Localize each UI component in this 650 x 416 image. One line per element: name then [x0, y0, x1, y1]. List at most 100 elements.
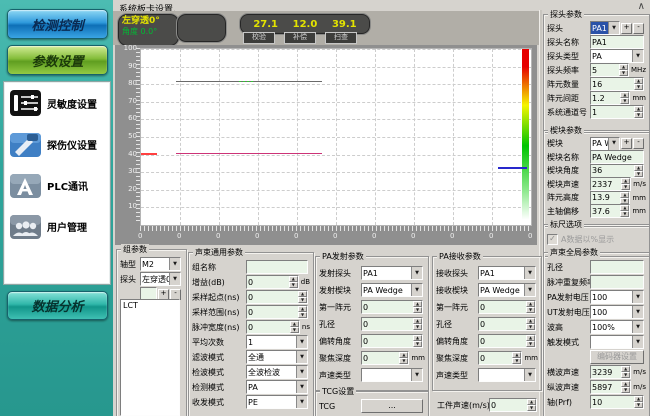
- spinner[interactable]: ▲▼: [621, 381, 630, 393]
- element-height-input[interactable]: 13.9▲▼: [590, 191, 630, 205]
- axis-offset-input[interactable]: 37.6▲▼: [590, 204, 630, 218]
- sidebar-item-flaw-detector[interactable]: 探伤仪设置: [4, 123, 110, 164]
- dropdown-button[interactable]: ▼: [411, 284, 422, 296]
- spinner[interactable]: ▲▼: [620, 192, 629, 204]
- spinner[interactable]: ▲▼: [621, 366, 630, 378]
- wedge-name-edit[interactable]: PA Wedge: [590, 150, 644, 164]
- dropdown-button[interactable]: ▼: [632, 306, 643, 318]
- active-group-display[interactable]: 左穿透0° 角度 0.0°: [117, 13, 180, 47]
- gain-input[interactable]: 0▲▼: [246, 275, 299, 289]
- detect-control-button[interactable]: 检测控制: [7, 9, 108, 39]
- rx-probe-combo[interactable]: PA1▼: [478, 266, 536, 280]
- group-probe-combo[interactable]: 左穿透0°▼: [140, 272, 181, 286]
- rx-focus-depth-input[interactable]: 0▲▼: [478, 351, 522, 365]
- spinner[interactable]: ▲▼: [399, 352, 408, 364]
- scan-button[interactable]: 扫查: [325, 32, 357, 44]
- add-button[interactable]: +: [621, 138, 632, 149]
- spinner[interactable]: ▲▼: [512, 352, 521, 364]
- spinner[interactable]: ▲▼: [298, 291, 307, 303]
- wedge-select-combo[interactable]: PA Wedge▼: [590, 137, 620, 151]
- spinner[interactable]: ▲▼: [413, 335, 422, 347]
- shear-velocity-input[interactable]: 3239▲▼: [590, 365, 631, 379]
- spinner[interactable]: ▲▼: [619, 64, 628, 76]
- longitudinal-velocity-input[interactable]: 5897▲▼: [590, 380, 631, 394]
- spinner[interactable]: ▲▼: [634, 78, 643, 90]
- rectify-mode-combo[interactable]: 全波检波▼: [246, 365, 308, 379]
- group-title-edit[interactable]: [246, 260, 308, 274]
- average-count-combo[interactable]: 1▼: [246, 335, 308, 349]
- rx-steer-angle-input[interactable]: 0▲▼: [478, 334, 536, 348]
- spinner[interactable]: ▲▼: [289, 276, 298, 288]
- dropdown-button[interactable]: ▼: [632, 50, 643, 62]
- spinner[interactable]: ▲▼: [634, 106, 643, 118]
- spinner[interactable]: ▲▼: [526, 301, 535, 313]
- detect-mode-combo[interactable]: PA▼: [246, 380, 308, 394]
- system-channel-input[interactable]: 1▲▼: [590, 105, 644, 119]
- axis-prf-input[interactable]: 10▲▼: [590, 395, 644, 409]
- spinner[interactable]: ▲▼: [526, 318, 535, 330]
- data-analysis-button[interactable]: 数据分析: [7, 291, 108, 320]
- dropdown-button[interactable]: ▼: [632, 336, 643, 348]
- remove-button[interactable]: -: [170, 289, 181, 300]
- tx-probe-combo[interactable]: PA1▼: [361, 266, 423, 280]
- dropdown-button[interactable]: ▼: [524, 284, 535, 296]
- filter-mode-combo[interactable]: 全通▼: [246, 350, 308, 364]
- axis-type-combo[interactable]: M2▼: [140, 257, 181, 271]
- collapse-panel-icon[interactable]: ∧: [638, 1, 645, 12]
- dropdown-button[interactable]: ▼: [524, 369, 535, 381]
- rx-wedge-combo[interactable]: PA Wedge▼: [478, 283, 536, 297]
- prf-edit[interactable]: [590, 275, 644, 289]
- spinner[interactable]: ▲▼: [620, 92, 629, 104]
- plot-area[interactable]: [140, 48, 532, 226]
- sidebar-item-plc-comm[interactable]: PLC通讯: [4, 164, 110, 205]
- element-count-input[interactable]: 16▲▼: [590, 77, 644, 91]
- dropdown-button[interactable]: ▼: [169, 273, 180, 285]
- dropdown-button[interactable]: ▼: [411, 369, 422, 381]
- dropdown-button[interactable]: ▼: [632, 291, 643, 303]
- calibrate-button[interactable]: 校验: [243, 32, 275, 44]
- tx-steer-angle-input[interactable]: 0▲▼: [361, 334, 423, 348]
- rx-first-element-input[interactable]: 0▲▼: [478, 300, 536, 314]
- spinner[interactable]: ▲▼: [413, 318, 422, 330]
- pa-voltage-combo[interactable]: 100▼: [590, 290, 644, 304]
- percent-display-checkbox[interactable]: ✓: [547, 234, 558, 245]
- group-listbox[interactable]: LCT: [120, 299, 180, 416]
- tx-first-element-input[interactable]: 0▲▼: [361, 300, 423, 314]
- workpiece-velocity-input[interactable]: 0▲▼: [489, 398, 537, 412]
- dropdown-button[interactable]: ▼: [169, 258, 180, 270]
- ut-voltage-combo[interactable]: 100▼: [590, 305, 644, 319]
- sample-range-input[interactable]: 0▲▼: [246, 305, 308, 319]
- dropdown-button[interactable]: ▼: [608, 22, 619, 34]
- txrx-mode-combo[interactable]: PE▼: [246, 395, 308, 409]
- dropdown-button[interactable]: ▼: [296, 366, 307, 378]
- tcg-edit-button[interactable]: ...: [361, 399, 423, 413]
- dropdown-button[interactable]: ▼: [524, 267, 535, 279]
- tx-wedge-combo[interactable]: PA Wedge▼: [361, 283, 423, 297]
- add-button[interactable]: +: [621, 23, 632, 34]
- tx-aperture-input[interactable]: 0▲▼: [361, 317, 423, 331]
- spinner[interactable]: ▲▼: [634, 396, 643, 408]
- spinner[interactable]: ▲▼: [413, 301, 422, 313]
- dropdown-button[interactable]: ▼: [296, 336, 307, 348]
- spinner[interactable]: ▲▼: [620, 205, 629, 217]
- probe-frequency-input[interactable]: 5▲▼: [590, 63, 629, 77]
- spinner[interactable]: ▲▼: [621, 178, 630, 190]
- wave-height-combo[interactable]: 100%▼: [590, 320, 644, 334]
- dropdown-button[interactable]: ▼: [411, 267, 422, 279]
- sample-start-input[interactable]: 0▲▼: [246, 290, 308, 304]
- dropdown-button[interactable]: ▼: [296, 351, 307, 363]
- secondary-display[interactable]: [176, 13, 227, 43]
- a-scan-display[interactable]: 10203040506070809010000000000000: [115, 45, 537, 245]
- spinner[interactable]: ▲▼: [527, 399, 536, 411]
- sidebar-item-sensitivity[interactable]: 灵敏度设置: [4, 82, 110, 123]
- remove-button[interactable]: -: [633, 23, 644, 34]
- add-button[interactable]: +: [158, 289, 169, 300]
- probe-select-combo[interactable]: PA1▼: [590, 21, 620, 35]
- spinner[interactable]: ▲▼: [290, 321, 299, 333]
- rx-velocity-type-combo[interactable]: ▼: [478, 368, 536, 382]
- global-aperture-edit[interactable]: [590, 260, 644, 274]
- probe-type-combo[interactable]: PA▼: [590, 49, 644, 63]
- compensate-button[interactable]: 补偿: [284, 32, 316, 44]
- spinner[interactable]: ▲▼: [526, 335, 535, 347]
- encoder-settings-button[interactable]: 编码器设置: [590, 350, 644, 364]
